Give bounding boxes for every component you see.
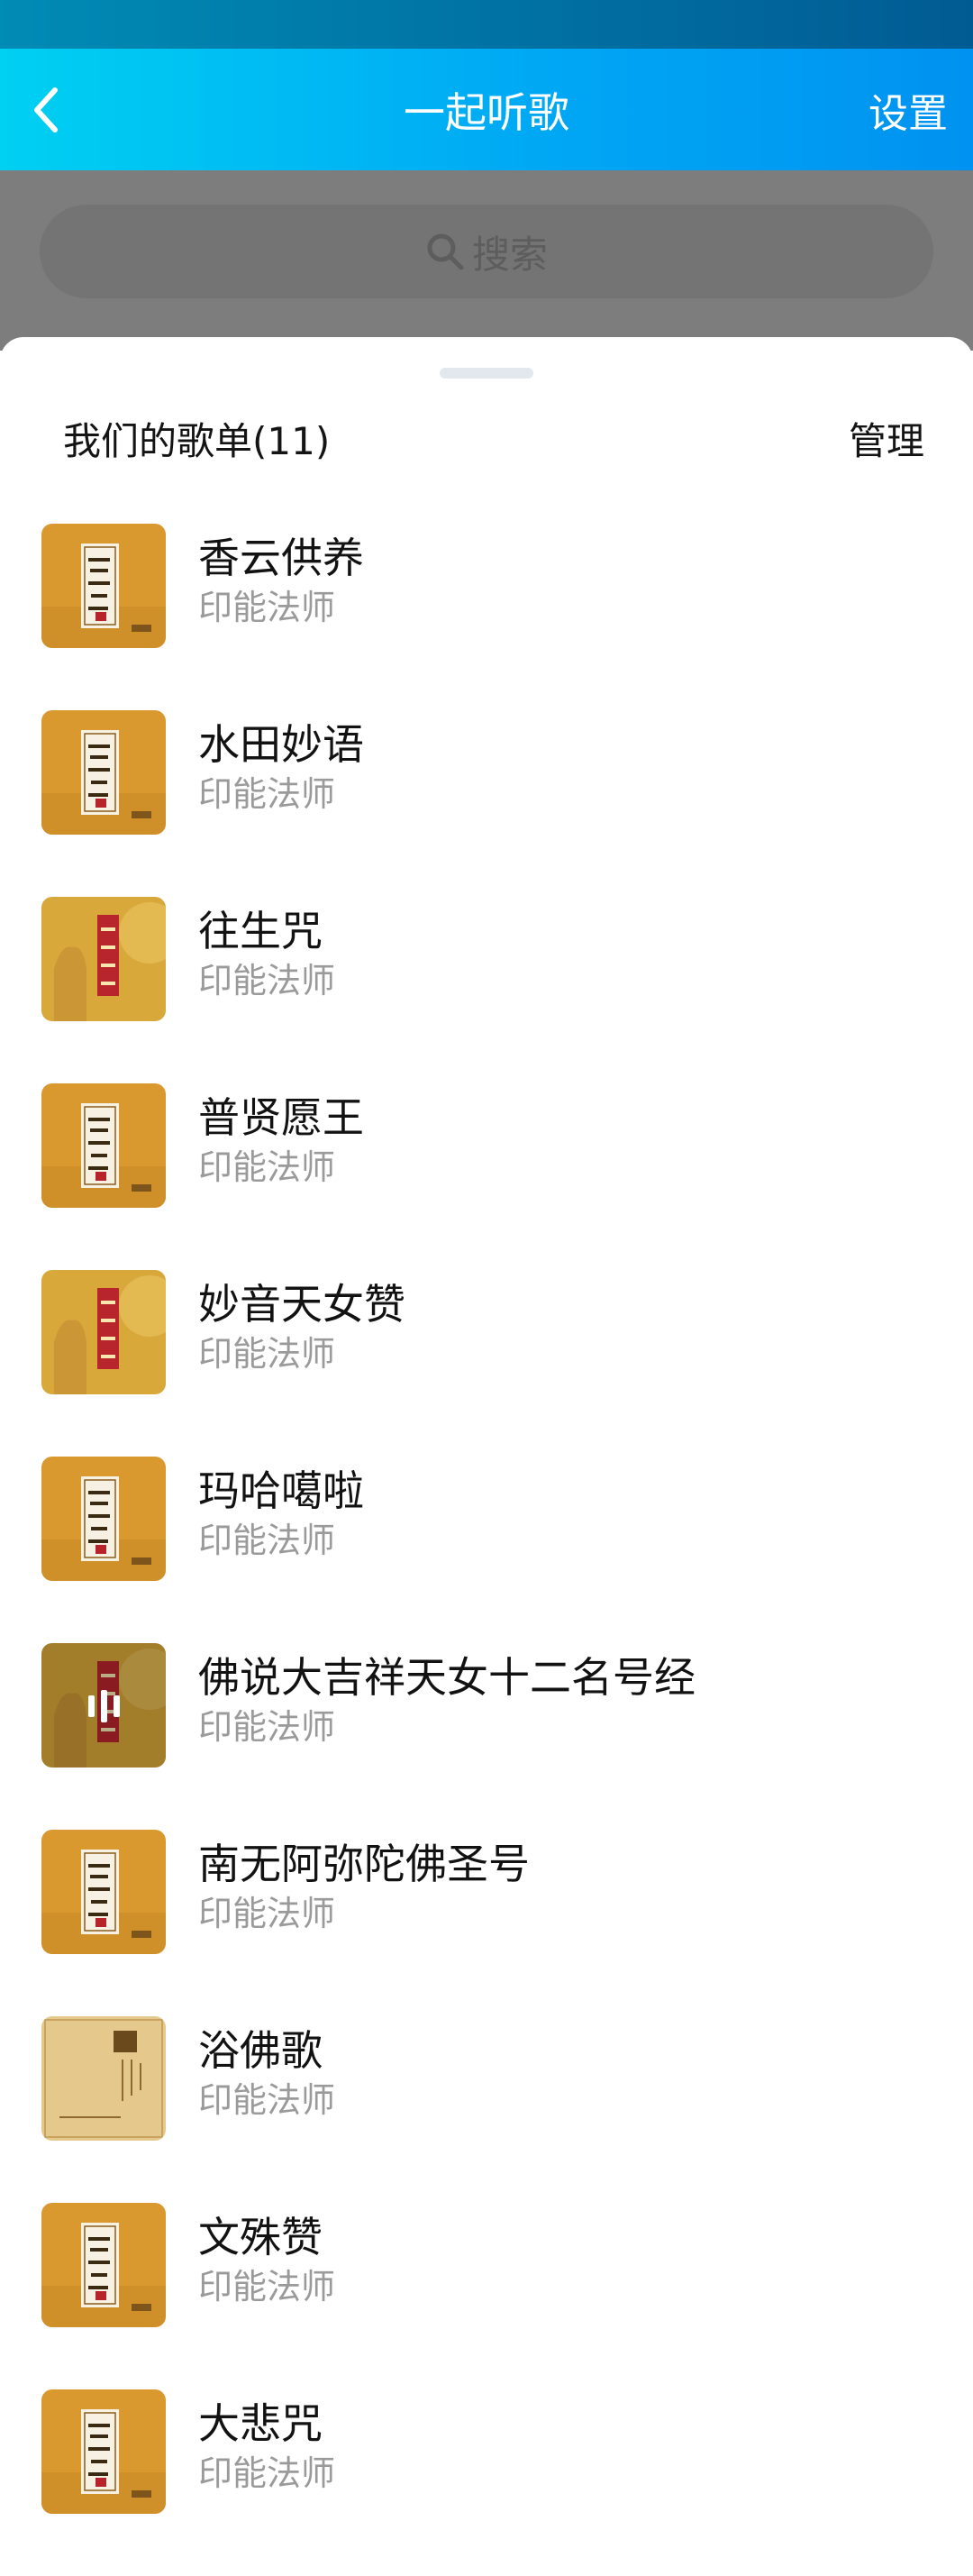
song-title: 南无阿弥陀佛圣号	[198, 1840, 530, 1888]
song-list: 香云供养 印能法师 水田妙语 印能法师 往生咒 印能法师 普贤愿王 印能法师 妙音天女赞 印能法师…	[0, 524, 973, 2576]
song-item[interactable]: 南无阿弥陀佛圣号印能法师	[0, 1830, 973, 2016]
song-artist: 印能法师	[198, 2267, 336, 2307]
album-cover	[41, 1830, 166, 1954]
album-cover	[41, 2389, 166, 2514]
song-text: 大悲咒 印能法师	[198, 2389, 335, 2494]
page-title: 一起听歌	[404, 87, 569, 137]
song-title: 妙音天女赞	[198, 1280, 405, 1329]
song-text: 南无阿弥陀佛圣号印能法师	[198, 1830, 530, 1934]
album-cover	[41, 1270, 166, 1394]
song-item[interactable]: 香云供养 印能法师	[0, 524, 973, 710]
search-input[interactable]: 搜索	[40, 205, 933, 298]
song-text: 文殊赞 印能法师	[198, 2203, 335, 2307]
song-artist: 印能法师	[198, 1147, 336, 1187]
search-placeholder: 搜索	[471, 232, 548, 277]
album-cover	[41, 1643, 166, 1768]
settings-button[interactable]: 设置	[868, 49, 948, 170]
song-text: 往生咒 印能法师	[198, 897, 335, 1001]
chevron-left-icon	[34, 87, 58, 132]
dimmed-background: 搜索	[0, 170, 973, 351]
search-icon	[427, 233, 464, 270]
song-text: 水田妙语 印能法师	[198, 710, 364, 815]
song-text: 玛哈噶啦 印能法师	[198, 1457, 364, 1561]
nav-bar: 一起听歌 设置	[0, 49, 973, 170]
album-cover	[41, 524, 166, 648]
playlist-header: 我们的歌单(11) 管理	[63, 393, 924, 483]
song-artist: 印能法师	[198, 2080, 336, 2120]
song-text: 妙音天女赞 印能法师	[198, 1270, 405, 1375]
song-text: 佛说大吉祥天女十二名号经印能法师	[198, 1643, 696, 1748]
album-cover	[41, 2203, 166, 2327]
song-title: 普贤愿王	[198, 1093, 364, 1142]
album-cover	[41, 710, 166, 835]
song-text: 普贤愿王 印能法师	[198, 1083, 364, 1188]
song-artist: 印能法师	[198, 588, 336, 627]
song-item[interactable]: 大悲咒 印能法师	[0, 2389, 973, 2576]
song-item[interactable]: 佛说大吉祥天女十二名号经印能法师	[0, 1643, 973, 1830]
back-button[interactable]	[14, 74, 77, 146]
song-artist: 印能法师	[198, 1894, 336, 1933]
song-title: 浴佛歌	[198, 2026, 323, 2075]
song-artist: 印能法师	[198, 2453, 336, 2493]
song-text: 浴佛歌 印能法师	[198, 2016, 335, 2121]
drag-handle[interactable]	[440, 368, 533, 379]
album-cover	[41, 1457, 166, 1581]
song-title: 水田妙语	[198, 720, 364, 769]
manage-button[interactable]: 管理	[849, 411, 924, 466]
song-text: 香云供养 印能法师	[198, 524, 364, 628]
playlist-title: 我们的歌单(11)	[63, 418, 331, 463]
album-cover	[41, 1083, 166, 1208]
song-item[interactable]: 水田妙语 印能法师	[0, 710, 973, 897]
album-cover	[41, 2016, 166, 2141]
playlist-sheet: 我们的歌单(11) 管理 香云供养 印能法师 水田妙语 印能法师 往生咒 印能法师 普贤愿王…	[0, 337, 973, 2545]
song-item[interactable]: 妙音天女赞 印能法师	[0, 1270, 973, 1457]
status-bar	[0, 0, 973, 49]
song-item[interactable]: 浴佛歌 印能法师	[0, 2016, 973, 2203]
song-item[interactable]: 玛哈噶啦 印能法师	[0, 1457, 973, 1643]
song-title: 香云供养	[198, 534, 364, 582]
song-artist: 印能法师	[198, 1707, 336, 1747]
song-item[interactable]: 文殊赞 印能法师	[0, 2203, 973, 2389]
song-title: 文殊赞	[198, 2213, 323, 2261]
song-artist: 印能法师	[198, 774, 336, 814]
song-title: 往生咒	[198, 907, 323, 955]
song-artist: 印能法师	[198, 1334, 336, 1374]
song-title: 玛哈噶啦	[198, 1466, 364, 1515]
song-item[interactable]: 往生咒 印能法师	[0, 897, 973, 1083]
song-item[interactable]: 普贤愿王 印能法师	[0, 1083, 973, 1270]
album-cover	[41, 897, 166, 1021]
song-title: 佛说大吉祥天女十二名号经	[198, 1653, 696, 1702]
song-artist: 印能法师	[198, 961, 336, 1000]
playing-indicator-icon	[86, 1690, 122, 1722]
song-artist: 印能法师	[198, 1521, 336, 1560]
song-title: 大悲咒	[198, 2399, 323, 2448]
